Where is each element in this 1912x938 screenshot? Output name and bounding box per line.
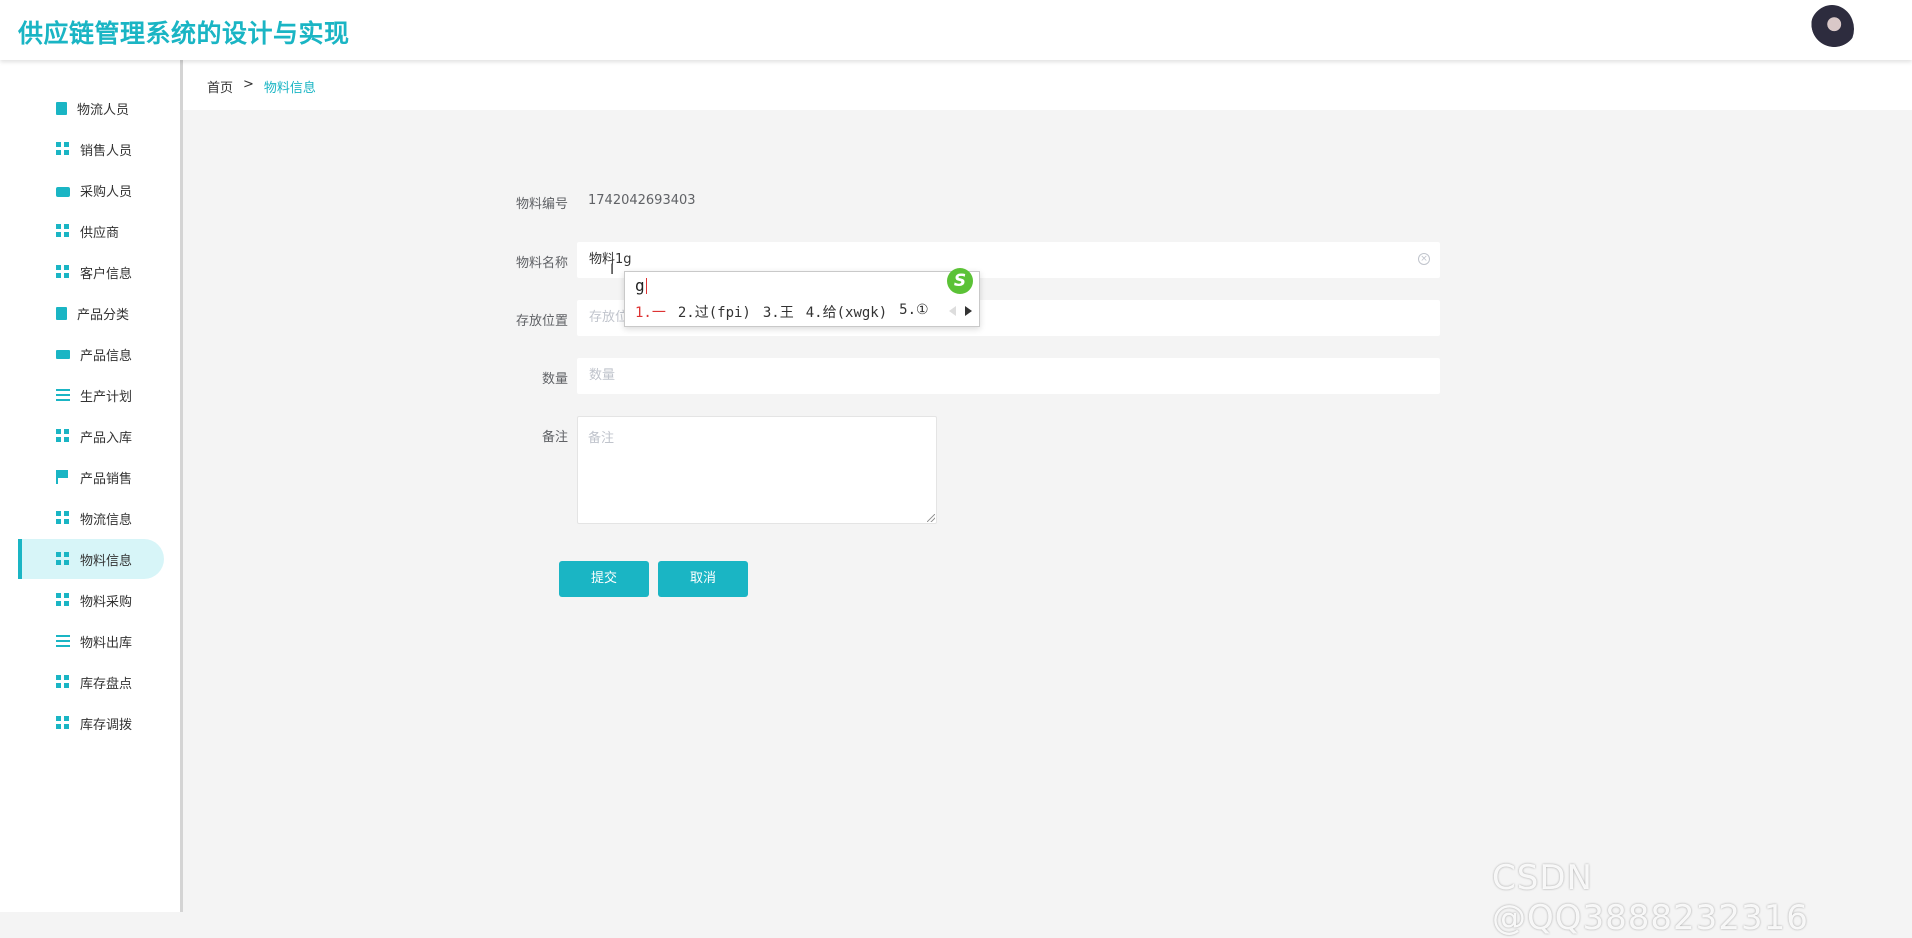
quantity-field[interactable] <box>577 358 1440 394</box>
sidebar-item-logistics-staff[interactable]: 物流人员 <box>18 88 160 128</box>
ime-candidate-popup: g S 1.一 2.过(fpi) 3.王 4.给(xwgk) 5.① <box>624 268 980 327</box>
cancel-button[interactable]: 取消 <box>658 561 748 597</box>
grid-icon <box>56 593 70 607</box>
breadcrumb-separator: > <box>243 77 254 92</box>
material-name-input[interactable] <box>587 249 1434 266</box>
sidebar-item-stock-transfer[interactable]: 库存调拨 <box>18 703 160 743</box>
list-icon <box>56 634 70 648</box>
grid-icon <box>56 265 70 279</box>
sidebar-item-label: 库存盘点 <box>80 676 133 692</box>
storage-location-label: 存放位置 <box>515 314 568 329</box>
sidebar-item-label: 物流信息 <box>80 512 133 528</box>
ime-candidate-list: 1.一 2.过(fpi) 3.王 4.给(xwgk) 5.① <box>635 302 929 322</box>
breadcrumb-current: 物料信息 <box>263 81 316 96</box>
grid-icon <box>56 224 70 238</box>
sidebar-item-supplier[interactable]: 供应商 <box>18 211 160 251</box>
sidebar-item-customer[interactable]: 客户信息 <box>18 252 160 292</box>
sidebar-item-sales-staff[interactable]: 销售人员 <box>18 129 160 169</box>
breadcrumb-bar: 首页 > 物料信息 <box>183 60 1912 110</box>
flag-icon <box>56 470 70 484</box>
sidebar-item-purchase-staff[interactable]: 采购人员 <box>18 170 160 210</box>
list-icon <box>56 388 70 402</box>
submit-button[interactable]: 提交 <box>559 561 649 597</box>
ime-candidate[interactable]: 2.过(fpi) <box>678 302 751 322</box>
sidebar-item-product-sales[interactable]: 产品销售 <box>18 457 160 497</box>
ime-caret <box>646 278 647 294</box>
sidebar-item-label: 物料采购 <box>80 594 133 610</box>
quantity-label: 数量 <box>541 372 568 387</box>
user-avatar[interactable] <box>1810 5 1854 53</box>
sidebar-item-label: 生产计划 <box>80 389 133 405</box>
sidebar-item-label: 客户信息 <box>80 266 133 282</box>
grid-icon <box>56 429 70 443</box>
sidebar-item-product-inbound[interactable]: 产品入库 <box>18 416 160 456</box>
sidebar-item-logistics-info[interactable]: 物流信息 <box>18 498 160 538</box>
sidebar-item-production-plan[interactable]: 生产计划 <box>18 375 160 415</box>
sidebar-item-label: 产品信息 <box>80 348 133 364</box>
sidebar-item-material-outbound[interactable]: 物料出库 <box>18 621 160 661</box>
ime-next-page-icon[interactable] <box>965 306 972 316</box>
material-code-value: 1742042693403 <box>588 193 696 208</box>
sidebar-item-label: 产品分类 <box>77 307 130 323</box>
sidebar-item-material-info[interactable]: 物料信息 <box>18 539 164 579</box>
material-code-label: 物料编号 <box>515 197 568 212</box>
sidebar-item-label: 采购人员 <box>80 184 133 200</box>
breadcrumb-home[interactable]: 首页 <box>207 77 233 96</box>
sidebar-item-label: 供应商 <box>80 225 120 241</box>
clipboard-icon <box>56 101 67 115</box>
sidebar-item-label: 物料出库 <box>80 635 133 651</box>
remark-textarea[interactable] <box>578 417 936 523</box>
grid-icon <box>56 716 70 730</box>
ime-candidate[interactable]: 4.给(xwgk) <box>806 302 887 322</box>
app-title: 供应链管理系统的设计与实现 <box>18 19 350 48</box>
sidebar: 物流人员 销售人员 采购人员 供应商 客户信息 产品分类 产品信息 生产计划 产… <box>0 60 183 912</box>
grid-icon <box>56 552 70 566</box>
grid-icon <box>56 142 70 156</box>
monitor-icon <box>56 349 70 359</box>
quantity-input[interactable] <box>587 367 1434 384</box>
sidebar-item-label: 销售人员 <box>80 143 133 159</box>
briefcase-icon <box>56 186 70 197</box>
clipboard-icon <box>56 306 67 320</box>
clear-icon[interactable]: × <box>1418 253 1430 265</box>
sogou-logo-icon: S <box>947 268 973 294</box>
ime-candidate[interactable]: 3.王 <box>763 302 794 322</box>
ime-candidate[interactable]: 1.一 <box>635 302 666 322</box>
ime-prev-page-icon[interactable] <box>949 306 956 316</box>
sidebar-item-material-purchase[interactable]: 物料采购 <box>18 580 160 620</box>
sidebar-item-label: 物流人员 <box>77 102 130 118</box>
watermark: CSDN @QQ3888232316 <box>1492 858 1809 938</box>
text-cursor-icon: I <box>610 262 615 278</box>
sidebar-item-product-category[interactable]: 产品分类 <box>18 293 160 333</box>
sidebar-item-label: 产品入库 <box>80 430 133 446</box>
ime-candidate[interactable]: 5.① <box>899 302 928 322</box>
resize-handle-icon[interactable] <box>927 514 935 522</box>
sidebar-item-label: 物料信息 <box>80 553 133 569</box>
top-header: 供应链管理系统的设计与实现 <box>0 0 1912 60</box>
sidebar-item-stock-check[interactable]: 库存盘点 <box>18 662 160 702</box>
remark-field[interactable] <box>577 416 937 524</box>
sidebar-item-product-info[interactable]: 产品信息 <box>18 334 160 374</box>
grid-icon <box>56 675 70 689</box>
remark-label: 备注 <box>541 430 568 445</box>
breadcrumb: 首页 > 物料信息 <box>207 77 316 96</box>
grid-icon <box>56 511 70 525</box>
sidebar-item-label: 库存调拨 <box>80 717 133 733</box>
material-name-label: 物料名称 <box>515 256 568 271</box>
ime-composition-text: g <box>635 276 645 295</box>
sidebar-item-label: 产品销售 <box>80 471 133 487</box>
